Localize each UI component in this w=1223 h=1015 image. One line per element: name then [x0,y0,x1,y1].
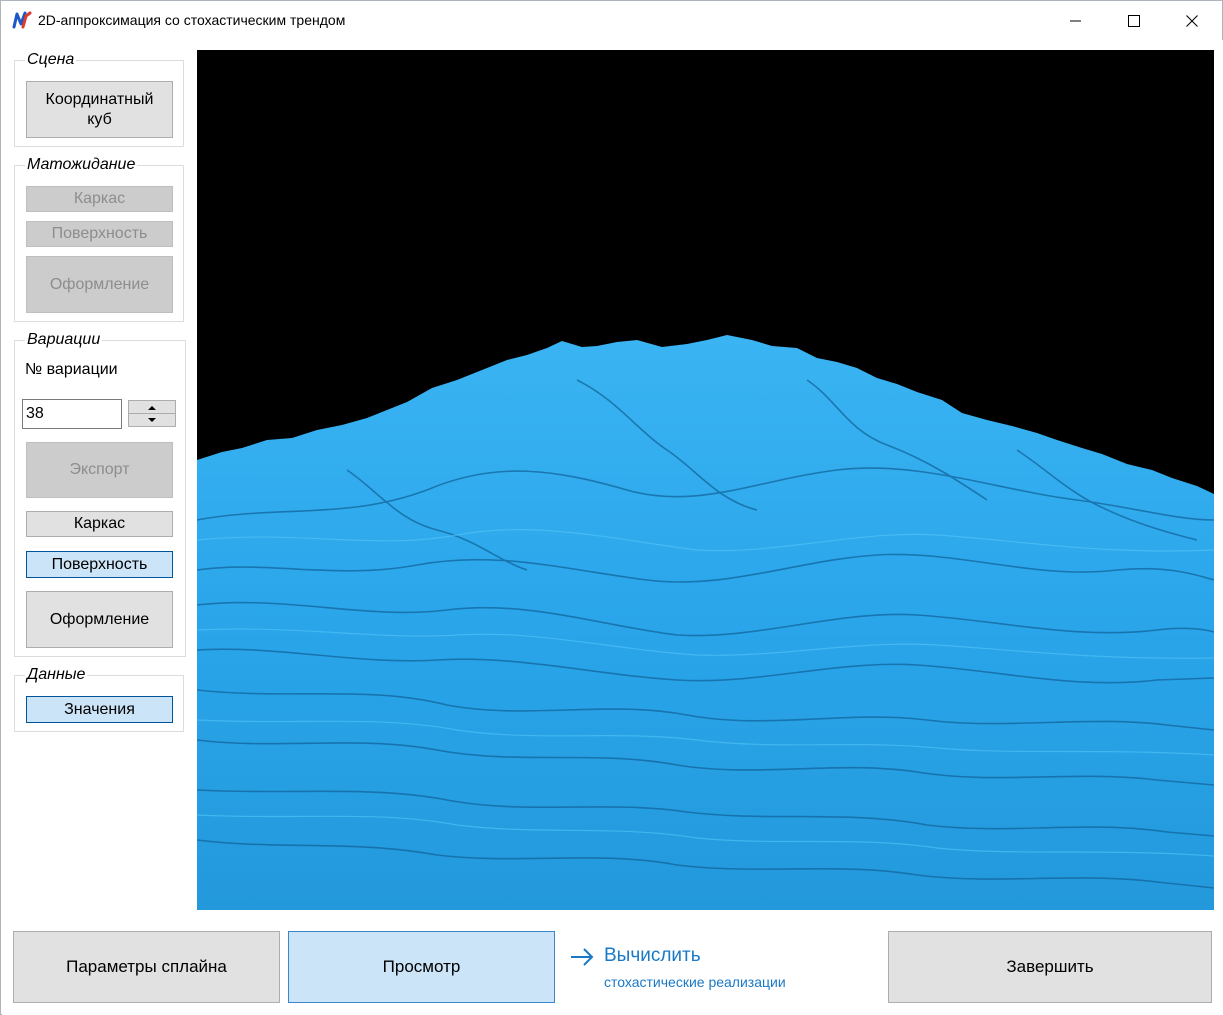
title-bar: 2D-аппроксимация со стохастическим тренд… [1,1,1222,40]
variation-surface-button[interactable]: Поверхность [26,551,173,578]
spin-up-icon [148,405,156,410]
variation-frame-label: Каркас [73,515,126,532]
group-scene-legend: Сцена [25,51,77,69]
expectation-design-button[interactable]: Оформление [26,256,173,313]
variation-number-field[interactable] [22,399,122,429]
variation-design-label: Оформление [49,610,150,628]
coord-cube-button[interactable]: Координатный куб [26,81,173,138]
expectation-frame-button[interactable]: Каркас [26,186,173,212]
values-button[interactable]: Значения [26,696,173,723]
client-area: Сцена Координатный куб Матожидание Карка… [2,40,1223,1015]
values-label: Значения [64,700,135,718]
surface-viewport[interactable] [197,50,1214,910]
spin-down-icon [148,417,156,422]
group-expectation-legend: Матожидание [25,156,138,174]
surface-render [197,335,1214,910]
expectation-surface-label: Поверхность [51,225,148,242]
compute-sub-label: стохастические реализации [604,974,786,990]
variation-number-spinner [128,400,176,427]
spline-params-label: Параметры сплайна [66,957,227,976]
variation-surface-label: Поверхность [51,555,148,573]
group-data-legend: Данные [25,666,88,684]
close-button[interactable] [1163,1,1221,40]
finish-label: Завершить [1006,957,1094,976]
export-label: Экспорт [69,461,130,478]
finish-button[interactable]: Завершить [888,931,1212,1003]
variation-frame-button[interactable]: Каркас [26,511,173,537]
expectation-design-label: Оформление [49,275,150,293]
coord-cube-label: Координатный куб [45,90,154,128]
preview-label: Просмотр [382,957,461,976]
close-icon [1186,15,1198,27]
app-logo-icon [12,11,32,29]
variation-design-button[interactable]: Оформление [26,591,173,648]
minimize-icon [1070,20,1081,22]
minimize-button[interactable] [1047,1,1105,40]
app-window: 2D-аппроксимация со стохастическим тренд… [0,0,1223,1015]
spin-down-button[interactable] [129,414,175,426]
preview-button[interactable]: Просмотр [288,931,555,1003]
export-button[interactable]: Экспорт [26,442,173,498]
variation-number-label: № вариации [25,361,118,378]
group-variations-legend: Вариации [25,331,103,349]
expectation-frame-label: Каркас [73,190,126,207]
spline-params-button[interactable]: Параметры сплайна [13,931,280,1003]
window-title: 2D-аппроксимация со стохастическим тренд… [38,12,346,28]
expectation-surface-button[interactable]: Поверхность [26,221,173,247]
terrain-surface [197,335,1214,910]
spin-up-button[interactable] [129,401,175,414]
arrow-right-icon [571,948,594,966]
compute-main-label: Вычислить [604,945,701,966]
maximize-icon [1128,15,1140,27]
maximize-button[interactable] [1105,1,1163,40]
